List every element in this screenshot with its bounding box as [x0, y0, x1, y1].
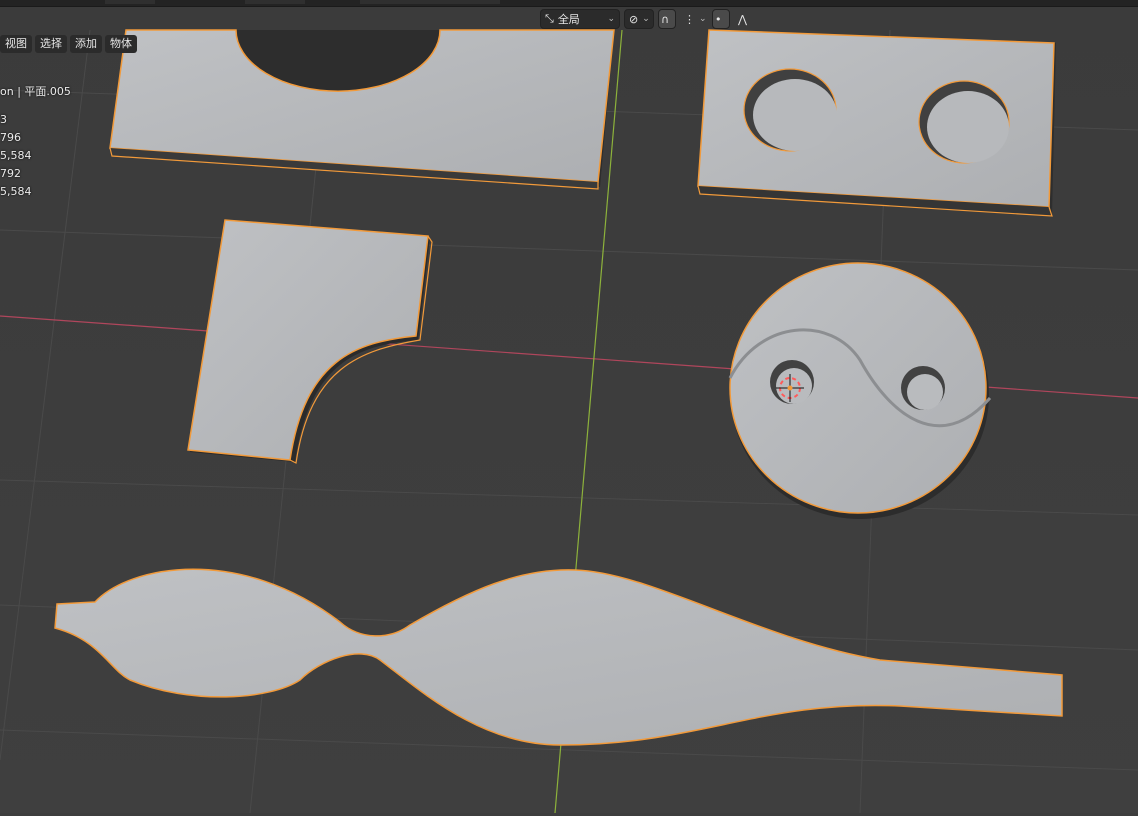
stat-triangles: 5,584 — [0, 185, 32, 198]
chevron-down-icon: ⌄ — [607, 14, 615, 24]
chevron-down-icon: ⌄ — [642, 14, 650, 24]
stat-faces: 792 — [0, 167, 21, 180]
workspace-tab[interactable] — [360, 0, 500, 4]
menu-object[interactable]: 物体 — [105, 35, 137, 53]
viewport-canvas[interactable] — [0, 0, 1138, 814]
top-header-bar — [0, 0, 1138, 7]
stat-edges: 5,584 — [0, 149, 32, 162]
stat-vertices: 796 — [0, 131, 21, 144]
proportional-edit-toggle[interactable]: • — [712, 9, 730, 29]
object-name-line: on | 平面.005 — [0, 85, 71, 98]
pivot-point-dropdown[interactable]: ⊘ ⌄ — [624, 9, 654, 29]
snap-increment-icon: ⋮ — [684, 12, 695, 26]
snap-toggle[interactable]: ∩ — [658, 9, 676, 29]
mesh-yin-yang-disc[interactable] — [728, 262, 992, 519]
menu-select[interactable]: 选择 — [35, 35, 67, 53]
workspace-tab[interactable] — [245, 0, 305, 4]
snap-target-dropdown[interactable]: ⋮ ⌄ — [680, 9, 708, 29]
viewport-header-tools: ⤡ 全局 ⌄ ⊘ ⌄ ∩ ⋮ ⌄ • ⋀ — [540, 8, 762, 30]
orientation-label: 全局 — [557, 13, 580, 26]
chevron-down-icon: ⌄ — [699, 14, 707, 24]
menu-add[interactable]: 添加 — [70, 35, 102, 53]
magnet-icon: ∩ — [661, 12, 670, 26]
transform-orientation-icon: ⤡ — [545, 12, 554, 25]
viewport-stats-overlay: on | 平面.005 3 796 5,584 792 5,584 — [0, 83, 71, 201]
3d-viewport[interactable] — [0, 0, 1138, 814]
mesh-plate-two-holes[interactable] — [697, 29, 1056, 217]
menu-view[interactable]: 视图 — [0, 35, 32, 53]
falloff-dropdown[interactable]: ⋀ — [734, 9, 762, 29]
workspace-tab[interactable] — [105, 0, 155, 4]
transform-orientation-dropdown[interactable]: ⤡ 全局 ⌄ — [540, 9, 620, 29]
pivot-point-icon: ⊘ — [629, 12, 639, 26]
proportional-edit-icon: • — [715, 12, 722, 26]
viewport-menu: 视图 选择 添加 物体 — [0, 35, 137, 53]
stat-objects: 3 — [0, 113, 7, 126]
falloff-curve-icon: ⋀ — [738, 12, 748, 26]
